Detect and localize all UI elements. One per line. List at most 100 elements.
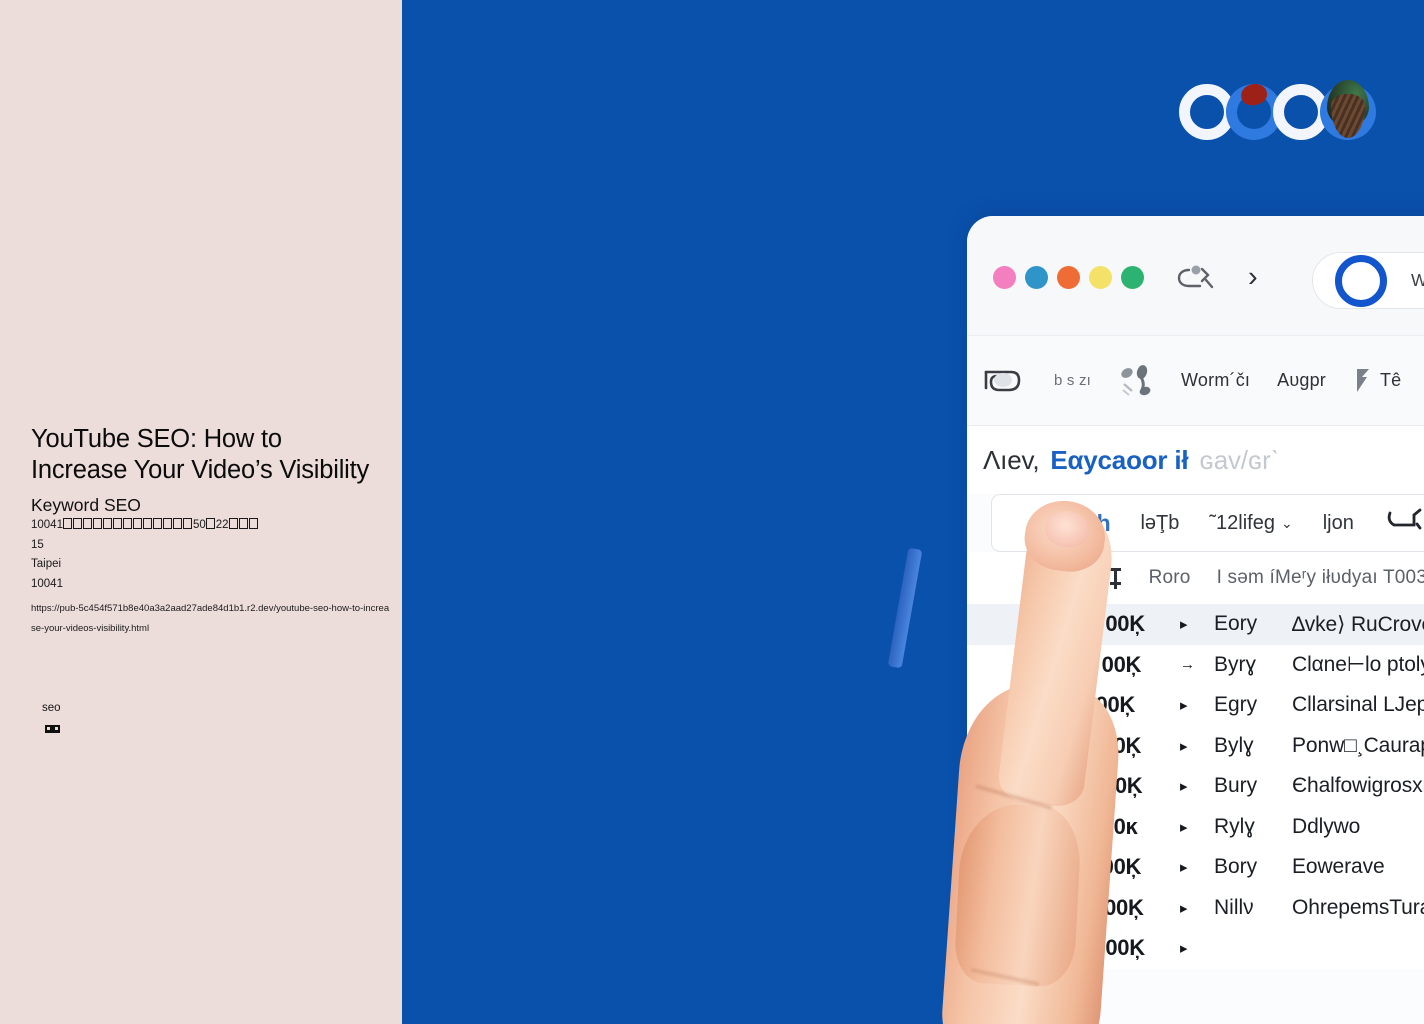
address-mid-1: 50 bbox=[192, 519, 206, 531]
address-line: 10041 50 22 bbox=[31, 516, 391, 536]
row-tag: Byrɣ bbox=[1214, 652, 1257, 676]
tray-note-icon bbox=[1384, 505, 1424, 541]
row-label: Clαne⊢lo ptolynrke bbox=[1292, 653, 1424, 677]
chevron-right-icon[interactable]: › bbox=[1248, 263, 1258, 292]
table-row[interactable]: 8Ħ 00Ķ ▸ bbox=[967, 928, 1424, 969]
filter-item-islb-label: ləŢb bbox=[1140, 511, 1180, 534]
address-bar[interactable]: Wnind Sρroiech αvsarroкing ?rnats αítl ·… bbox=[1312, 252, 1424, 309]
tag-block: seo bbox=[42, 700, 61, 733]
browser-chrome-bar: › Wnind Sρroiech αvsarroкing ?rnats αítl… bbox=[967, 216, 1424, 336]
article-panel: YouTube SEO: How to Increase Your Video’… bbox=[0, 0, 402, 1024]
row-tag: Bory bbox=[1214, 855, 1258, 879]
row-label: Eowerave bbox=[1292, 855, 1385, 879]
row-count: 13 00Ķ bbox=[1072, 651, 1142, 677]
address-mid-2: 22 bbox=[215, 519, 229, 531]
missing-glyph-box bbox=[183, 518, 193, 529]
headline-ghost: ɢav/ɢrˋ bbox=[1199, 444, 1280, 475]
filter-item-12lifeg[interactable]: ˜12lifeg ⌄ bbox=[1209, 512, 1292, 535]
table-row[interactable]: 80 00Ķ ▸ Bylɣ Ponw□¸Caurapedinth bbox=[967, 726, 1424, 767]
filter-item-12lifeg-label: ˜12lifeg bbox=[1209, 511, 1275, 534]
navigation-controls: › bbox=[1176, 263, 1258, 292]
row-label: Єhalfowigrosxn bbox=[1292, 774, 1424, 798]
status-hry-oun[interactable]: Hlʳy oun bbox=[1037, 567, 1123, 589]
table-row[interactable]: 8l 00Ķ ▸ Egry Cllarsinal LJeper bbox=[967, 685, 1424, 726]
status-roro[interactable]: Roro bbox=[1149, 567, 1191, 589]
row-tag: Eory bbox=[1214, 612, 1258, 636]
row-trend-arrow-icon: ▸ bbox=[1180, 697, 1188, 715]
loop-glyph-icon bbox=[981, 364, 1027, 398]
flag-glyph-icon bbox=[1353, 366, 1373, 396]
address-tofu-group-2 bbox=[206, 518, 216, 531]
filter-bar[interactable]: hυvalih ləŢb ˜12lifeg ⌄ ljon bbox=[991, 494, 1424, 552]
stylus-pen bbox=[887, 547, 923, 669]
row-label: Ponw□¸Caurapedinth bbox=[1292, 733, 1424, 757]
street-number: 15 bbox=[31, 538, 44, 551]
tag-label: seo bbox=[42, 702, 61, 714]
table-row[interactable]: 32 00Ķ ▸ Bory Eowerave bbox=[967, 847, 1424, 888]
missing-glyph-box bbox=[73, 518, 83, 529]
page-title: YouTube SEO: How to Increase Your Video’… bbox=[31, 425, 370, 484]
missing-glyph-box bbox=[163, 518, 173, 529]
traffic-light-blue[interactable] bbox=[1025, 266, 1048, 289]
address-tofu-group-3 bbox=[229, 518, 259, 531]
filter-item-tray[interactable] bbox=[1384, 505, 1424, 541]
missing-glyph-box bbox=[103, 518, 113, 529]
filter-item-lion[interactable]: ljon bbox=[1323, 512, 1354, 535]
row-label: Cllarsinal LJeper bbox=[1292, 693, 1424, 717]
table-row[interactable]: 17 00ĸ ▸ Rylɣ Ddlywo bbox=[967, 807, 1424, 848]
missing-glyph-box bbox=[83, 518, 93, 529]
row-trend-arrow-icon: ▸ bbox=[1180, 737, 1188, 755]
row-label: OhrepemsTurare bbox=[1292, 895, 1424, 919]
status-strip: Hlʳy oun Roro I səm íMeʳy iłυdyaı T003ƅņ bbox=[967, 552, 1424, 604]
table-row[interactable]: 6B 00Ķ ▸ Eory ∆vke⟩ RuCroves bbox=[967, 604, 1424, 645]
row-count: Ţ2 00Ķ bbox=[1072, 773, 1143, 799]
traffic-light-green[interactable] bbox=[1121, 266, 1144, 289]
row-count: S0 00Ķ bbox=[1072, 894, 1144, 920]
row-count: 6B 00Ķ bbox=[1072, 611, 1145, 637]
traffic-light-orange[interactable] bbox=[1057, 266, 1080, 289]
traffic-light-pink[interactable] bbox=[993, 266, 1016, 289]
status-summary: I səm íMeʳy iłυdyaı T003ƅņ bbox=[1216, 567, 1424, 588]
missing-glyph-box bbox=[123, 518, 133, 529]
status-hry-oun-label: Hlʳy oun bbox=[1037, 567, 1108, 588]
row-tag: Rylɣ bbox=[1214, 814, 1255, 838]
row-count: 8Ħ 00Ķ bbox=[1072, 935, 1145, 961]
traffic-light-yellow[interactable] bbox=[1089, 266, 1112, 289]
headline-lead: Λıev, bbox=[983, 444, 1040, 475]
toolbar-item-scatter[interactable] bbox=[1118, 364, 1154, 398]
row-trend-arrow-icon: ▸ bbox=[1180, 899, 1188, 917]
table-row[interactable]: S0 00Ķ ▸ Nillν OhrepemsTurare bbox=[967, 888, 1424, 929]
table-row[interactable]: Ţ2 00Ķ ▸ Bury Єhalfowigrosxn bbox=[967, 766, 1424, 807]
page-ring-icon bbox=[1335, 254, 1387, 307]
brand-logo-rings bbox=[1179, 74, 1383, 150]
row-trend-arrow-icon: ▸ bbox=[1180, 778, 1188, 796]
row-count: 8l 00Ķ bbox=[1072, 692, 1136, 718]
row-trend-arrow-icon: → bbox=[1180, 656, 1195, 674]
table-row[interactable]: 13 00Ķ → Byrɣ Clαne⊢lo ptolynrke bbox=[967, 645, 1424, 686]
back-scribble-icon[interactable] bbox=[1176, 263, 1214, 291]
row-count: 17 00ĸ bbox=[1072, 813, 1138, 839]
headline-accent: Eαycaoor ił bbox=[1050, 444, 1189, 475]
article-url-link[interactable]: https://pub-5c454f571b8e40a3a2aad27ade84… bbox=[31, 599, 393, 639]
filter-primary-label[interactable]: hυvalih bbox=[1032, 510, 1111, 537]
missing-glyph-box bbox=[133, 518, 143, 529]
postal-code: 10041 bbox=[31, 577, 63, 590]
missing-glyph-box bbox=[113, 518, 123, 529]
filter-item-islb[interactable]: ləŢb bbox=[1140, 512, 1179, 535]
missing-glyph-box bbox=[239, 518, 249, 529]
row-count: 32 00Ķ bbox=[1072, 854, 1142, 880]
window-controls[interactable] bbox=[993, 266, 1144, 289]
toolbar-item-bsz-label: b s zı bbox=[1054, 372, 1092, 389]
article-subtitle: Keyword SEO bbox=[31, 495, 141, 515]
toolbar-item-worm[interactable]: Worm´čı bbox=[1181, 370, 1250, 391]
toolbar-item-bsz[interactable]: b s zı bbox=[1054, 372, 1091, 389]
toolbar-item-augpr[interactable]: Aυgpr bbox=[1277, 370, 1326, 391]
toolbar-item-te[interactable]: Tê bbox=[1353, 366, 1401, 396]
missing-glyph-box bbox=[93, 518, 103, 529]
missing-glyph-box bbox=[63, 518, 73, 529]
results-table: 6B 00Ķ ▸ Eory ∆vke⟩ RuCroves 13 00Ķ → Byrɣ Clαn… bbox=[967, 604, 1424, 969]
toolbar-item-glyph[interactable] bbox=[981, 364, 1027, 398]
toolbar-item-worm-label: Worm´čı bbox=[1181, 370, 1251, 390]
address-prefix: 10041 bbox=[31, 519, 63, 531]
row-tag: Egry bbox=[1214, 693, 1258, 717]
